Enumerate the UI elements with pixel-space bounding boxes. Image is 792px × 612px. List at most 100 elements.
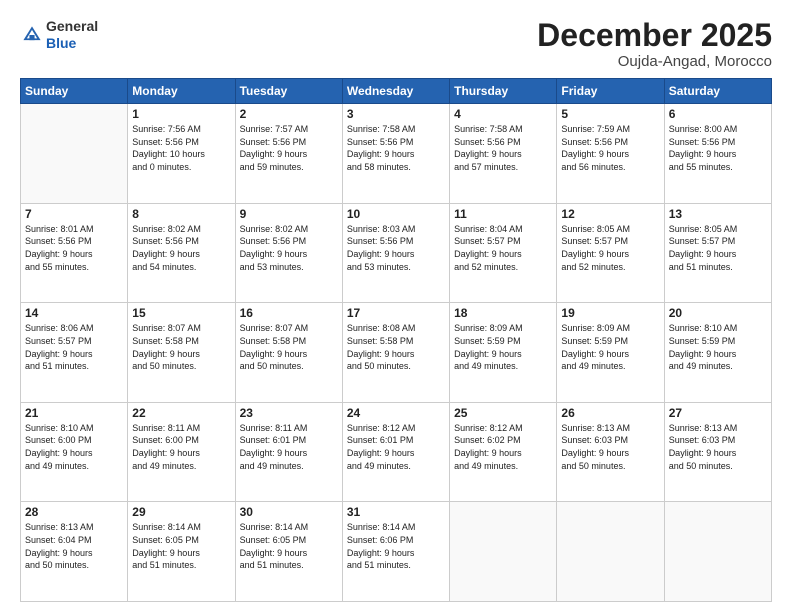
day-number: 23: [240, 406, 338, 420]
calendar-cell: [21, 104, 128, 204]
day-number: 11: [454, 207, 552, 221]
day-info: Sunrise: 7:57 AM Sunset: 5:56 PM Dayligh…: [240, 123, 338, 173]
logo-general: General: [46, 18, 98, 35]
day-info: Sunrise: 8:12 AM Sunset: 6:02 PM Dayligh…: [454, 422, 552, 472]
day-info: Sunrise: 8:07 AM Sunset: 5:58 PM Dayligh…: [132, 322, 230, 372]
logo-icon: [20, 23, 44, 47]
day-number: 7: [25, 207, 123, 221]
calendar-cell: 1Sunrise: 7:56 AM Sunset: 5:56 PM Daylig…: [128, 104, 235, 204]
day-info: Sunrise: 8:13 AM Sunset: 6:03 PM Dayligh…: [669, 422, 767, 472]
day-info: Sunrise: 8:03 AM Sunset: 5:56 PM Dayligh…: [347, 223, 445, 273]
calendar-week-row: 21 Sunrise: 8:10 AM Sunset: 6:00 PM Dayli…: [21, 402, 772, 502]
day-number: 10: [347, 207, 445, 221]
day-info: Sunrise: 8:11 AM Sunset: 6:00 PM Dayligh…: [132, 422, 230, 472]
day-info: Sunrise: 8:02 AM Sunset: 5:56 PM Dayligh…: [132, 223, 230, 273]
day-info: Sunrise: 7:59 AM Sunset: 5:56 PM Dayligh…: [561, 123, 659, 173]
calendar-cell: 19Sunrise: 8:09 AM Sunset: 5:59 PM Dayli…: [557, 303, 664, 403]
col-header-friday: Friday: [557, 79, 664, 104]
day-number: 31: [347, 505, 445, 519]
calendar-cell: 25 Sunrise: 8:12 AM Sunset: 6:02 PM Dayli…: [450, 402, 557, 502]
col-header-tuesday: Tuesday: [235, 79, 342, 104]
calendar-cell: 28 Sunrise: 8:13 AM Sunset: 6:04 PM Dayli…: [21, 502, 128, 602]
day-info: Sunrise: 8:04 AM Sunset: 5:57 PM Dayligh…: [454, 223, 552, 273]
calendar-cell: 7 Sunrise: 8:01 AM Sunset: 5:56 PM Daylig…: [21, 203, 128, 303]
calendar-cell: 22 Sunrise: 8:11 AM Sunset: 6:00 PM Dayli…: [128, 402, 235, 502]
day-number: 5: [561, 107, 659, 121]
day-number: 14: [25, 306, 123, 320]
calendar-cell: 3 Sunrise: 7:58 AM Sunset: 5:56 PM Daylig…: [342, 104, 449, 204]
day-info: Sunrise: 8:10 AM Sunset: 6:00 PM Dayligh…: [25, 422, 123, 472]
day-info: Sunrise: 8:09 AM Sunset: 5:59 PM Dayligh…: [454, 322, 552, 372]
col-header-monday: Monday: [128, 79, 235, 104]
day-number: 1: [132, 107, 230, 121]
logo: General Blue: [20, 18, 98, 52]
calendar-cell: 16 Sunrise: 8:07 AM Sunset: 5:58 PM Dayli…: [235, 303, 342, 403]
day-number: 18: [454, 306, 552, 320]
day-number: 16: [240, 306, 338, 320]
calendar-week-row: 14Sunrise: 8:06 AM Sunset: 5:57 PM Dayli…: [21, 303, 772, 403]
calendar-cell: 12 Sunrise: 8:05 AM Sunset: 5:57 PM Dayli…: [557, 203, 664, 303]
day-number: 8: [132, 207, 230, 221]
page: General Blue December 2025 Oujda-Angad, …: [0, 0, 792, 612]
calendar-week-row: 1Sunrise: 7:56 AM Sunset: 5:56 PM Daylig…: [21, 104, 772, 204]
calendar-cell: 18 Sunrise: 8:09 AM Sunset: 5:59 PM Dayli…: [450, 303, 557, 403]
logo-text: General Blue: [46, 18, 98, 52]
day-number: 20: [669, 306, 767, 320]
day-number: 17: [347, 306, 445, 320]
calendar-cell: 4Sunrise: 7:58 AM Sunset: 5:56 PM Daylig…: [450, 104, 557, 204]
day-info: Sunrise: 8:07 AM Sunset: 5:58 PM Dayligh…: [240, 322, 338, 372]
day-info: Sunrise: 7:58 AM Sunset: 5:56 PM Dayligh…: [347, 123, 445, 173]
day-number: 9: [240, 207, 338, 221]
day-number: 3: [347, 107, 445, 121]
day-info: Sunrise: 8:05 AM Sunset: 5:57 PM Dayligh…: [669, 223, 767, 273]
calendar-cell: [557, 502, 664, 602]
title-block: December 2025 Oujda-Angad, Morocco: [537, 18, 772, 70]
location: Oujda-Angad, Morocco: [537, 53, 772, 70]
calendar-cell: 20 Sunrise: 8:10 AM Sunset: 5:59 PM Dayli…: [664, 303, 771, 403]
calendar-cell: 6 Sunrise: 8:00 AM Sunset: 5:56 PM Daylig…: [664, 104, 771, 204]
month-title: December 2025: [537, 18, 772, 53]
day-number: 12: [561, 207, 659, 221]
calendar-cell: 30Sunrise: 8:14 AM Sunset: 6:05 PM Dayli…: [235, 502, 342, 602]
calendar-cell: 13 Sunrise: 8:05 AM Sunset: 5:57 PM Dayli…: [664, 203, 771, 303]
day-info: Sunrise: 8:00 AM Sunset: 5:56 PM Dayligh…: [669, 123, 767, 173]
calendar-cell: 24Sunrise: 8:12 AM Sunset: 6:01 PM Dayli…: [342, 402, 449, 502]
day-info: Sunrise: 7:58 AM Sunset: 5:56 PM Dayligh…: [454, 123, 552, 173]
day-number: 21: [25, 406, 123, 420]
calendar-week-row: 7 Sunrise: 8:01 AM Sunset: 5:56 PM Daylig…: [21, 203, 772, 303]
day-info: Sunrise: 8:12 AM Sunset: 6:01 PM Dayligh…: [347, 422, 445, 472]
day-info: Sunrise: 8:01 AM Sunset: 5:56 PM Dayligh…: [25, 223, 123, 273]
calendar-cell: 29Sunrise: 8:14 AM Sunset: 6:05 PM Dayli…: [128, 502, 235, 602]
calendar-cell: 31 Sunrise: 8:14 AM Sunset: 6:06 PM Dayli…: [342, 502, 449, 602]
calendar-cell: [664, 502, 771, 602]
day-number: 30: [240, 505, 338, 519]
calendar-cell: 9Sunrise: 8:02 AM Sunset: 5:56 PM Daylig…: [235, 203, 342, 303]
calendar-cell: 10 Sunrise: 8:03 AM Sunset: 5:56 PM Dayli…: [342, 203, 449, 303]
day-info: Sunrise: 8:14 AM Sunset: 6:05 PM Dayligh…: [132, 521, 230, 571]
col-header-wednesday: Wednesday: [342, 79, 449, 104]
day-info: Sunrise: 8:13 AM Sunset: 6:03 PM Dayligh…: [561, 422, 659, 472]
day-info: Sunrise: 8:05 AM Sunset: 5:57 PM Dayligh…: [561, 223, 659, 273]
calendar-table: SundayMondayTuesdayWednesdayThursdayFrid…: [20, 78, 772, 602]
day-info: Sunrise: 8:11 AM Sunset: 6:01 PM Dayligh…: [240, 422, 338, 472]
day-number: 25: [454, 406, 552, 420]
day-info: Sunrise: 8:14 AM Sunset: 6:06 PM Dayligh…: [347, 521, 445, 571]
day-info: Sunrise: 8:08 AM Sunset: 5:58 PM Dayligh…: [347, 322, 445, 372]
day-number: 26: [561, 406, 659, 420]
day-number: 28: [25, 505, 123, 519]
calendar-cell: 17 Sunrise: 8:08 AM Sunset: 5:58 PM Dayli…: [342, 303, 449, 403]
day-info: Sunrise: 8:13 AM Sunset: 6:04 PM Dayligh…: [25, 521, 123, 571]
day-number: 27: [669, 406, 767, 420]
calendar-cell: 15Sunrise: 8:07 AM Sunset: 5:58 PM Dayli…: [128, 303, 235, 403]
calendar-cell: 27 Sunrise: 8:13 AM Sunset: 6:03 PM Dayli…: [664, 402, 771, 502]
logo-blue: Blue: [46, 35, 98, 52]
calendar-cell: 2 Sunrise: 7:57 AM Sunset: 5:56 PM Daylig…: [235, 104, 342, 204]
day-number: 13: [669, 207, 767, 221]
day-info: Sunrise: 8:10 AM Sunset: 5:59 PM Dayligh…: [669, 322, 767, 372]
day-number: 22: [132, 406, 230, 420]
day-number: 6: [669, 107, 767, 121]
col-header-sunday: Sunday: [21, 79, 128, 104]
day-number: 2: [240, 107, 338, 121]
calendar-header-row: SundayMondayTuesdayWednesdayThursdayFrid…: [21, 79, 772, 104]
calendar-cell: 11 Sunrise: 8:04 AM Sunset: 5:57 PM Dayli…: [450, 203, 557, 303]
